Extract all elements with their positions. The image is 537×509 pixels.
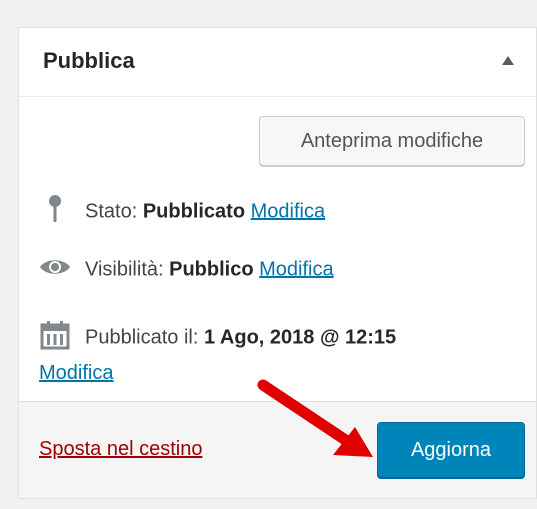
collapse-toggle-icon[interactable]: [502, 56, 514, 65]
publish-box-footer: Sposta nel cestino Aggiorna: [19, 401, 536, 498]
move-to-trash-link[interactable]: Sposta nel cestino: [39, 438, 202, 461]
publish-box-header[interactable]: Pubblica: [19, 28, 536, 97]
status-label: Stato:: [85, 200, 138, 223]
preview-changes-button[interactable]: Anteprima modifiche: [259, 116, 525, 166]
status-row: Stato: Pubblicato Modifica: [39, 194, 325, 230]
visibility-label: Visibilità:: [85, 258, 164, 281]
visibility-value: Pubblico: [169, 258, 254, 281]
published-edit-row: Modifica: [39, 362, 113, 385]
calendar-icon: [39, 320, 71, 356]
edit-visibility-link[interactable]: Modifica: [259, 258, 333, 280]
update-button[interactable]: Aggiorna: [377, 422, 525, 478]
edit-published-date-link[interactable]: Modifica: [39, 362, 113, 384]
publish-box: Pubblica Anteprima modifiche Stato: Pubb…: [18, 27, 537, 499]
published-label: Pubblicato il:: [85, 326, 199, 349]
pin-icon: [39, 194, 71, 230]
edit-status-link[interactable]: Modifica: [251, 200, 325, 222]
published-date-row: Pubblicato il: 1 Ago, 2018 @ 12:15: [39, 320, 396, 356]
visibility-row: Visibilità: Pubblico Modifica: [39, 257, 334, 283]
eye-icon: [39, 257, 71, 283]
published-value: 1 Ago, 2018 @ 12:15: [203, 326, 397, 349]
publish-box-title: Pubblica: [43, 48, 135, 73]
status-value: Pubblicato: [142, 200, 246, 223]
